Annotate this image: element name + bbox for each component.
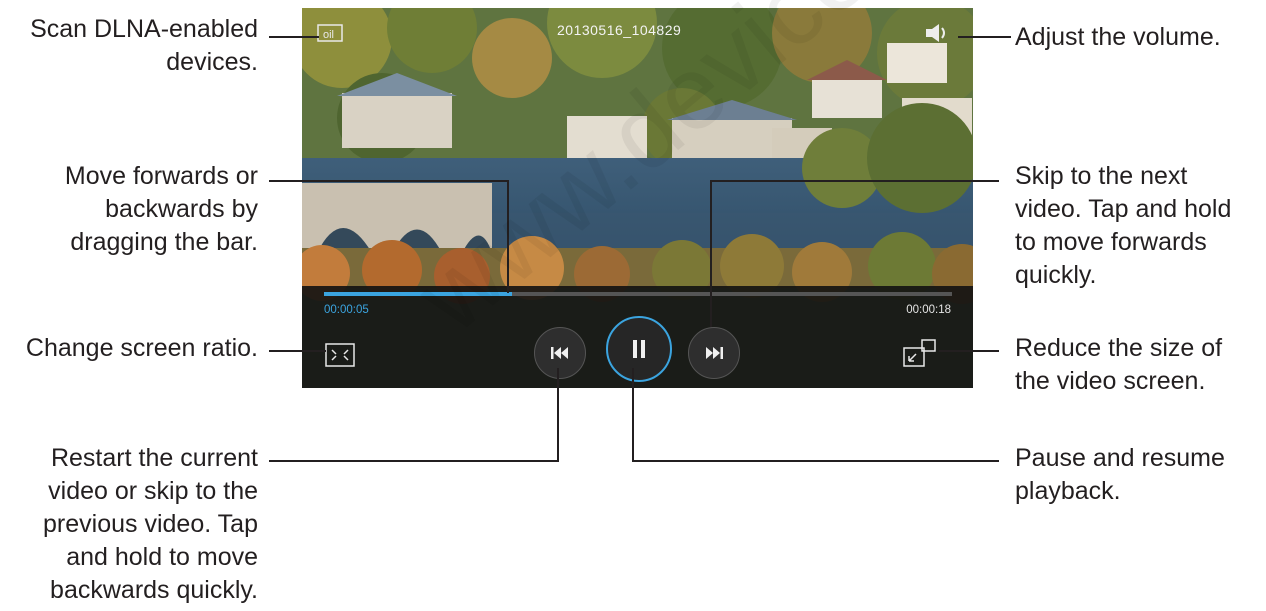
progress-fill xyxy=(324,292,512,296)
callout-scan-dlna: Scan DLNA-enabled devices. xyxy=(30,15,258,76)
leader-line-skip-next-drop xyxy=(710,180,712,327)
leader-line-screen-ratio xyxy=(269,350,326,352)
callout-restart: Restart the current video or skip to the… xyxy=(43,444,258,604)
skip-previous-icon xyxy=(551,347,568,359)
pause-icon xyxy=(633,340,645,358)
skip-next-icon xyxy=(706,347,723,359)
dlna-icon[interactable]: oil xyxy=(317,23,343,43)
callout-skip-next: Skip to the next video. Tap and hold to … xyxy=(1015,162,1232,289)
progress-bar[interactable] xyxy=(324,290,952,298)
callout-pause-resume: Pause and resume playback. xyxy=(1015,444,1225,505)
leader-line-pause-rise xyxy=(632,368,634,462)
speaker-icon[interactable] xyxy=(924,22,950,44)
callout-reduce-size: Reduce the size of the video screen. xyxy=(1015,334,1223,395)
previous-button[interactable] xyxy=(534,327,586,379)
video-player[interactable]: oil 20130516_104829 00:00:05 00:00:18 xyxy=(302,8,973,388)
callout-move-bar: Move forwards or backwards by dragging t… xyxy=(64,162,258,256)
leader-line-move-bar xyxy=(269,180,509,182)
leader-line-skip-next xyxy=(712,180,999,182)
callout-volume: Adjust the volume. xyxy=(1015,23,1221,51)
leader-line-move-bar-drop xyxy=(507,180,509,293)
video-filename: 20130516_104829 xyxy=(557,22,682,38)
screen-ratio-icon[interactable] xyxy=(325,343,355,367)
pause-button[interactable] xyxy=(606,316,672,382)
leader-line-reduce-size xyxy=(939,350,999,352)
popup-player-icon[interactable] xyxy=(903,338,937,368)
callout-screen-ratio: Change screen ratio. xyxy=(25,334,258,362)
elapsed-time: 00:00:05 xyxy=(324,304,369,316)
svg-text:oil: oil xyxy=(323,29,334,41)
next-button[interactable] xyxy=(688,327,740,379)
leader-line-restart-rise xyxy=(557,368,559,462)
total-time: 00:00:18 xyxy=(906,304,951,316)
leader-line-pause xyxy=(634,460,999,462)
leader-line-dlna xyxy=(269,36,319,38)
leader-line-restart xyxy=(269,460,559,462)
leader-line-volume xyxy=(958,36,1011,38)
